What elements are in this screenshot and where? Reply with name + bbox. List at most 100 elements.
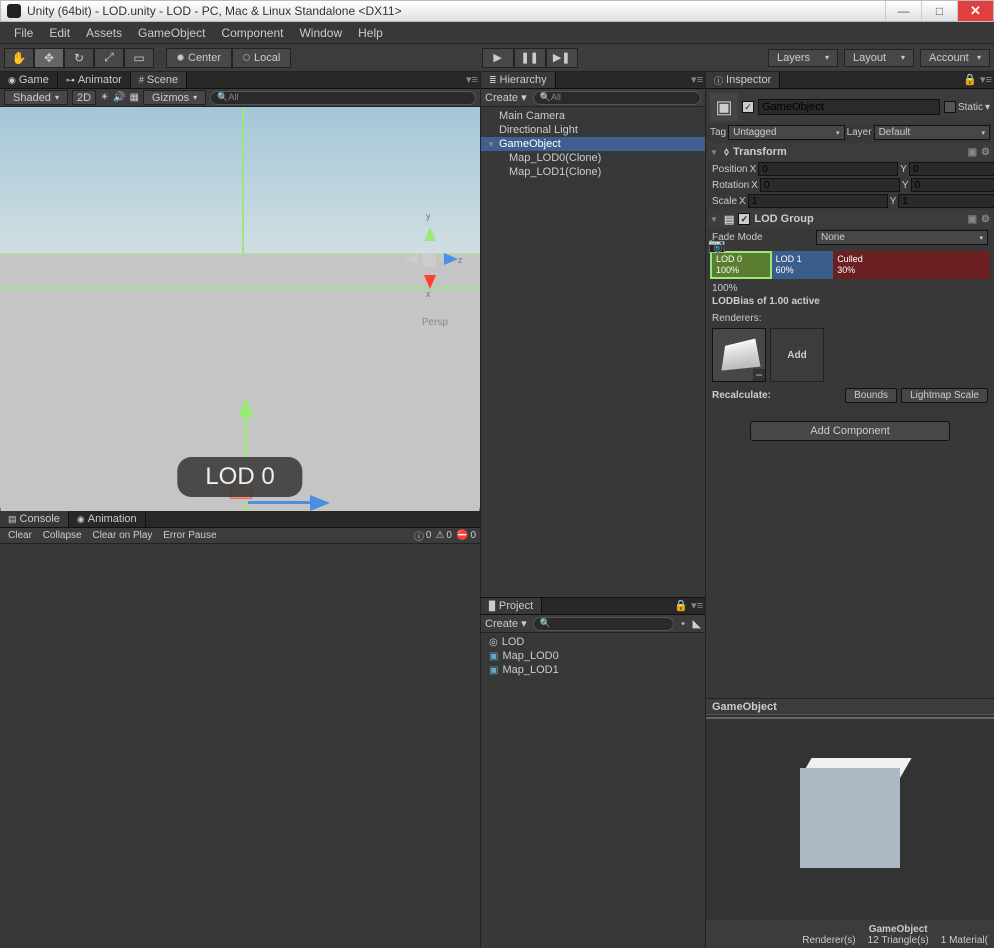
audio-toggle-icon[interactable]: 🔊 <box>113 92 125 103</box>
mode-2d-toggle[interactable]: 2D <box>72 90 96 105</box>
preview-viewport[interactable] <box>706 715 994 920</box>
menu-assets[interactable]: Assets <box>78 26 130 40</box>
console-collapse-button[interactable]: Collapse <box>39 530 86 541</box>
account-dropdown[interactable]: Account <box>920 49 990 67</box>
move-tool-button[interactable]: ✥ <box>34 48 64 68</box>
perspective-label[interactable]: Persp <box>422 317 448 328</box>
tab-console[interactable]: ▤Console <box>0 511 69 527</box>
lod-bar[interactable]: 📷 LOD 0100% LOD 160% Culled30% <box>710 251 990 279</box>
scene-search-input[interactable]: 🔍All <box>210 91 476 105</box>
menu-window[interactable]: Window <box>291 26 350 40</box>
rotation-y-input[interactable] <box>911 178 994 192</box>
recalculate-label: Recalculate: <box>712 390 771 401</box>
filter-icon[interactable]: ⋆ <box>680 617 687 630</box>
gameobject-name-input[interactable] <box>758 99 940 115</box>
lod1-segment[interactable]: LOD 160% <box>772 251 834 279</box>
window-close-button[interactable]: ✕ <box>957 1 993 21</box>
tab-animator[interactable]: ⊶Animator <box>58 72 131 88</box>
add-component-button[interactable]: Add Component <box>750 421 950 441</box>
layers-dropdown[interactable]: Layers <box>768 49 838 67</box>
tab-hierarchy[interactable]: ≣Hierarchy <box>481 72 556 88</box>
window-maximize-button[interactable]: □ <box>921 1 957 21</box>
pause-button[interactable]: ❚❚ <box>514 48 546 68</box>
console-errorpause-button[interactable]: Error Pause <box>159 530 220 541</box>
hierarchy-item[interactable]: Main Camera <box>481 109 705 123</box>
menu-gameobject[interactable]: GameObject <box>130 26 213 40</box>
console-clear-button[interactable]: Clear <box>4 530 36 541</box>
gameobject-enabled-checkbox[interactable]: ✓ <box>742 101 754 113</box>
pivot-center-toggle[interactable]: Center <box>166 48 232 68</box>
project-item[interactable]: ▣Map_LOD1 <box>483 663 703 677</box>
tab-game[interactable]: ◉Game <box>0 72 58 88</box>
panel-context-icon[interactable]: ▾≡ <box>466 73 478 86</box>
renderer-thumbnail[interactable] <box>712 328 766 382</box>
play-button[interactable]: ▶ <box>482 48 514 68</box>
hierarchy-item[interactable]: Map_LOD1(Clone) <box>481 165 705 179</box>
layer-dropdown[interactable]: Default <box>874 125 990 140</box>
scene-view[interactable]: y z x Persp LOD 0 <box>0 107 480 511</box>
tag-dropdown[interactable]: Untagged <box>728 125 844 140</box>
help-icon[interactable]: ▣ <box>968 214 977 225</box>
hierarchy-item-selected[interactable]: ▼GameObject <box>481 137 705 151</box>
window-minimize-button[interactable]: — <box>885 1 921 21</box>
rect-tool-button[interactable]: ▭ <box>124 48 154 68</box>
rotation-x-input[interactable] <box>760 178 900 192</box>
help-icon[interactable]: ▣ <box>968 147 977 158</box>
hierarchy-item[interactable]: Map_LOD0(Clone) <box>481 151 705 165</box>
recalculate-lightmap-button[interactable]: Lightmap Scale <box>901 388 988 403</box>
recalculate-bounds-button[interactable]: Bounds <box>845 388 897 403</box>
scale-x-input[interactable] <box>748 194 888 208</box>
label-icon[interactable]: ◣ <box>693 617 701 630</box>
lodgroup-component-header[interactable]: ▼▤✓LOD Group ▣⚙ <box>708 210 992 228</box>
console-warn-count[interactable]: ⚠0 <box>435 530 452 541</box>
static-checkbox[interactable] <box>944 101 956 113</box>
panel-context-icon[interactable]: 🔒 ▾≡ <box>674 599 703 612</box>
lod0-segment[interactable]: LOD 0100% <box>710 251 772 279</box>
step-button[interactable]: ▶❚ <box>546 48 578 68</box>
menu-edit[interactable]: Edit <box>41 26 78 40</box>
lodgroup-enabled-checkbox[interactable]: ✓ <box>738 213 750 225</box>
gear-icon[interactable]: ⚙ <box>981 214 990 225</box>
preview-title[interactable]: GameObject <box>706 699 994 715</box>
menu-component[interactable]: Component <box>213 26 291 40</box>
panel-context-icon[interactable]: ▾≡ <box>691 73 703 86</box>
lod-camera-icon[interactable]: 📷 <box>708 237 725 254</box>
pivot-local-toggle[interactable]: Local <box>232 48 291 68</box>
light-toggle-icon[interactable]: ☀ <box>100 92 109 103</box>
hierarchy-create-button[interactable]: Create ▾ <box>485 91 527 104</box>
project-item[interactable]: ▣Map_LOD0 <box>483 649 703 663</box>
menu-file[interactable]: File <box>6 26 41 40</box>
project-create-button[interactable]: Create ▾ <box>485 617 527 630</box>
layout-dropdown[interactable]: Layout <box>844 49 914 67</box>
fade-mode-dropdown[interactable]: None <box>816 230 988 245</box>
console-error-count[interactable]: ⛔0 <box>456 530 476 541</box>
position-x-input[interactable] <box>758 162 898 176</box>
rotate-tool-button[interactable]: ↻ <box>64 48 94 68</box>
hand-tool-button[interactable]: ✋ <box>4 48 34 68</box>
project-item[interactable]: ◎LOD <box>483 635 703 649</box>
console-clearonplay-button[interactable]: Clear on Play <box>88 530 156 541</box>
lod-culled-segment[interactable]: Culled30% <box>833 251 990 279</box>
panel-context-icon[interactable]: 🔒 ▾≡ <box>963 73 992 86</box>
tab-inspector[interactable]: ⓘInspector <box>706 72 780 88</box>
layer-label: Layer <box>847 127 872 138</box>
tab-animation[interactable]: ◉Animation <box>69 511 146 527</box>
gear-icon[interactable]: ⚙ <box>981 147 990 158</box>
gameobject-icon[interactable]: ▣ <box>710 93 738 121</box>
hierarchy-search-input[interactable]: 🔍All <box>533 91 701 105</box>
tab-project[interactable]: ▉Project <box>481 598 542 614</box>
tab-scene[interactable]: #Scene <box>131 72 187 88</box>
scale-y-input[interactable] <box>898 194 994 208</box>
scale-tool-button[interactable]: ⤢ <box>94 48 124 68</box>
project-search-input[interactable]: 🔍 <box>533 617 674 631</box>
orientation-gizmo[interactable]: y z x <box>400 227 460 287</box>
renderer-add-button[interactable]: Add <box>770 328 824 382</box>
fx-toggle-icon[interactable]: ▦ <box>129 92 138 103</box>
shading-mode-dropdown[interactable]: Shaded <box>4 90 68 105</box>
console-info-count[interactable]: ⓘ0 <box>414 528 432 543</box>
menu-help[interactable]: Help <box>350 26 391 40</box>
gizmos-dropdown[interactable]: Gizmos <box>143 90 206 105</box>
hierarchy-item[interactable]: Directional Light <box>481 123 705 137</box>
position-y-input[interactable] <box>909 162 994 176</box>
transform-component-header[interactable]: ▼⬨Transform ▣⚙ <box>708 143 992 161</box>
